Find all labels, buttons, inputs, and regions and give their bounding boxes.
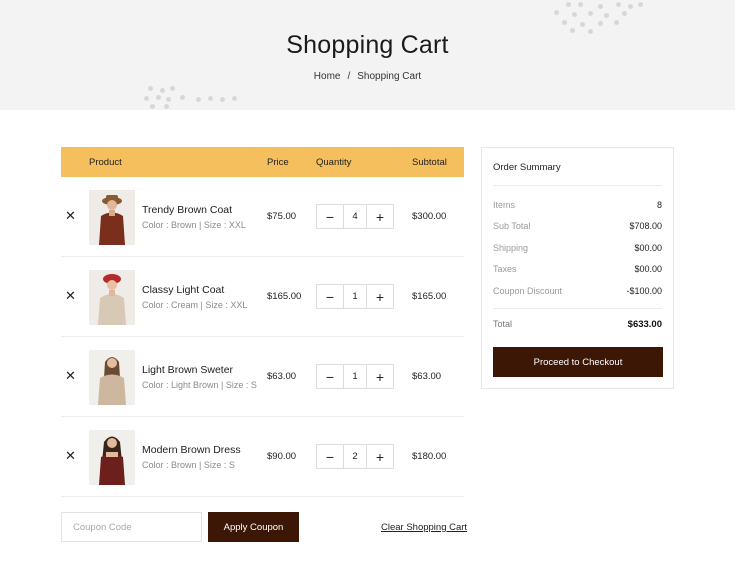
decrease-quantity-button[interactable]: − bbox=[317, 365, 343, 388]
decrease-quantity-button[interactable]: − bbox=[317, 445, 343, 468]
page-hero: Shopping Cart Home / Shopping Cart bbox=[0, 0, 735, 110]
cart-row: ✕ Modern Brown Dress Color : Brown | Siz… bbox=[61, 417, 464, 497]
product-image[interactable] bbox=[89, 190, 135, 245]
apply-coupon-button[interactable]: Apply Coupon bbox=[208, 512, 299, 542]
cart-table: Product Price Quantity Subtotal ✕ Trendy… bbox=[61, 147, 464, 497]
summary-value: $00.00 bbox=[634, 243, 662, 253]
decorative-dots-bottom bbox=[144, 86, 239, 110]
product-subtotal: $165.00 bbox=[412, 291, 447, 302]
decrease-quantity-button[interactable]: − bbox=[317, 285, 343, 308]
product-attributes: Color : Cream | Size : XXL bbox=[142, 300, 248, 310]
quantity-value[interactable]: 2 bbox=[343, 445, 367, 468]
cart-table-header: Product Price Quantity Subtotal bbox=[61, 147, 464, 177]
cart-row: ✕ Light Brown Sweter Color : Light Brown… bbox=[61, 337, 464, 417]
product-image[interactable] bbox=[89, 270, 135, 325]
decrease-quantity-button[interactable]: − bbox=[317, 205, 343, 228]
summary-line-coupon-discount: Coupon Discount -$100.00 bbox=[493, 286, 662, 296]
summary-line-subtotal: Sub Total $708.00 bbox=[493, 221, 662, 231]
product-image[interactable] bbox=[89, 430, 135, 485]
summary-divider bbox=[493, 185, 662, 186]
summary-value: $00.00 bbox=[634, 264, 662, 274]
product-subtotal: $300.00 bbox=[412, 211, 447, 222]
clear-shopping-cart-link[interactable]: Clear Shopping Cart bbox=[381, 522, 467, 533]
breadcrumb: Home / Shopping Cart bbox=[0, 71, 735, 82]
quantity-value[interactable]: 1 bbox=[343, 365, 367, 388]
summary-label: Items bbox=[493, 200, 516, 210]
increase-quantity-button[interactable]: + bbox=[367, 285, 393, 308]
summary-divider bbox=[493, 308, 662, 309]
summary-value: 8 bbox=[656, 200, 662, 210]
product-price: $165.00 bbox=[267, 291, 302, 302]
breadcrumb-home-link[interactable]: Home bbox=[314, 71, 341, 82]
remove-item-icon[interactable]: ✕ bbox=[65, 449, 76, 462]
product-price: $75.00 bbox=[267, 211, 297, 222]
column-header-product: Product bbox=[89, 157, 122, 168]
product-price: $63.00 bbox=[267, 371, 297, 382]
product-price: $90.00 bbox=[267, 451, 297, 462]
product-attributes: Color : Brown | Size : XXL bbox=[142, 220, 246, 230]
product-image[interactable] bbox=[89, 350, 135, 405]
quantity-value[interactable]: 1 bbox=[343, 285, 367, 308]
column-header-price: Price bbox=[267, 157, 289, 168]
proceed-to-checkout-button[interactable]: Proceed to Checkout bbox=[493, 347, 663, 377]
coupon-code-input[interactable] bbox=[61, 512, 202, 542]
product-name[interactable]: Modern Brown Dress bbox=[142, 444, 241, 456]
product-name[interactable]: Classy Light Coat bbox=[142, 284, 224, 296]
order-summary-panel: Order Summary Items 8 Sub Total $708.00 … bbox=[481, 147, 674, 389]
decorative-dots-top bbox=[552, 2, 647, 34]
quantity-stepper: − 1 + bbox=[316, 284, 394, 309]
summary-total: Total $633.00 bbox=[493, 319, 662, 330]
product-name[interactable]: Light Brown Sweter bbox=[142, 364, 233, 376]
summary-line-items: Items 8 bbox=[493, 200, 662, 210]
breadcrumb-current: Shopping Cart bbox=[357, 71, 422, 82]
remove-item-icon[interactable]: ✕ bbox=[65, 289, 76, 302]
product-name[interactable]: Trendy Brown Coat bbox=[142, 204, 232, 216]
remove-item-icon[interactable]: ✕ bbox=[65, 209, 76, 222]
breadcrumb-separator: / bbox=[347, 71, 351, 82]
summary-value: -$100.00 bbox=[626, 286, 662, 296]
summary-total-value: $633.00 bbox=[627, 319, 662, 330]
increase-quantity-button[interactable]: + bbox=[367, 445, 393, 468]
product-attributes: Color : Brown | Size : S bbox=[142, 460, 235, 470]
product-subtotal: $180.00 bbox=[412, 451, 447, 462]
summary-label: Coupon Discount bbox=[493, 286, 563, 296]
product-subtotal: $63.00 bbox=[412, 371, 442, 382]
summary-label: Taxes bbox=[493, 264, 517, 274]
quantity-stepper: − 4 + bbox=[316, 204, 394, 229]
column-header-subtotal: Subtotal bbox=[412, 157, 447, 168]
increase-quantity-button[interactable]: + bbox=[367, 365, 393, 388]
summary-total-label: Total bbox=[493, 319, 513, 329]
quantity-stepper: − 1 + bbox=[316, 364, 394, 389]
summary-line-taxes: Taxes $00.00 bbox=[493, 264, 662, 274]
summary-label: Sub Total bbox=[493, 221, 531, 231]
summary-line-shipping: Shipping $00.00 bbox=[493, 243, 662, 253]
remove-item-icon[interactable]: ✕ bbox=[65, 369, 76, 382]
cart-row: ✕ Trendy Brown Coat Color : Brown | Size… bbox=[61, 177, 464, 257]
quantity-stepper: − 2 + bbox=[316, 444, 394, 469]
column-header-quantity: Quantity bbox=[316, 157, 352, 168]
increase-quantity-button[interactable]: + bbox=[367, 205, 393, 228]
summary-label: Shipping bbox=[493, 243, 529, 253]
quantity-value[interactable]: 4 bbox=[343, 205, 367, 228]
summary-value: $708.00 bbox=[629, 221, 662, 231]
order-summary-title: Order Summary bbox=[493, 162, 561, 173]
cart-row: ✕ Classy Light Coat Color : Cream | Size… bbox=[61, 257, 464, 337]
page-title: Shopping Cart bbox=[286, 31, 449, 59]
product-attributes: Color : Light Brown | Size : S bbox=[142, 380, 257, 390]
